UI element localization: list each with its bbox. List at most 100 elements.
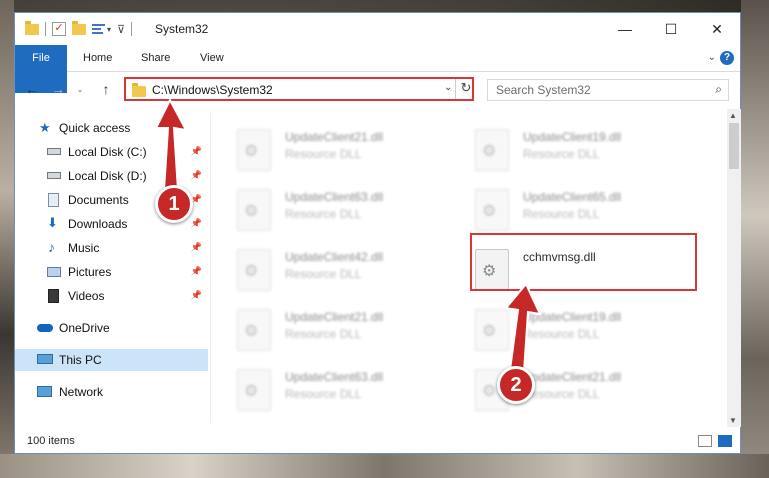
sidebar-item-music[interactable]: ♪ Music 📌 <box>15 237 208 259</box>
up-button[interactable]: ↑ <box>97 79 115 99</box>
tab-share[interactable]: Share <box>131 45 180 71</box>
pin-icon[interactable]: 📌 <box>191 218 202 229</box>
list-item[interactable]: UpdateClient21.dll Resource DLL <box>237 309 467 357</box>
sidebar-item-pictures[interactable]: Pictures 📌 <box>15 261 208 283</box>
vertical-scrollbar[interactable]: ▲ ▼ <box>727 109 741 427</box>
scroll-up-icon[interactable]: ▲ <box>729 111 737 120</box>
toolbar-separator <box>45 22 46 36</box>
qat-dropdown-icon[interactable]: ⊽ <box>117 23 125 36</box>
forward-button[interactable]: → <box>49 79 67 99</box>
pin-icon[interactable]: 📌 <box>191 146 202 157</box>
download-icon: ⬇ <box>47 215 58 230</box>
dll-file-icon <box>475 129 509 171</box>
sidebar-item-label: Documents <box>68 193 129 207</box>
dll-file-icon <box>475 309 509 351</box>
back-button[interactable]: ← <box>23 79 41 99</box>
address-path[interactable]: C:\Windows\System32 <box>152 83 273 97</box>
properties-check-icon[interactable]: ✓ <box>52 22 66 36</box>
videos-icon <box>48 289 59 303</box>
file-type: Resource DLL <box>523 147 600 161</box>
list-item[interactable]: UpdateClient19.dll Resource DLL <box>475 129 705 177</box>
tiles-view-icon[interactable] <box>718 435 732 447</box>
file-name: UpdateClient21.dll <box>285 310 384 324</box>
status-bar: 100 items <box>15 431 740 453</box>
dll-file-icon <box>237 249 271 291</box>
file-name: UpdateClient19.dll <box>523 310 622 324</box>
list-item[interactable]: UpdateClient65.dll Resource DLL <box>475 189 705 237</box>
folder-icon[interactable] <box>25 20 39 35</box>
list-item[interactable]: UpdateClient63.dll Resource DLL <box>237 369 467 417</box>
minimize-button[interactable]: — <box>602 13 648 45</box>
file-name: UpdateClient63.dll <box>285 370 384 384</box>
desktop-background-bottom <box>0 454 769 478</box>
close-button[interactable]: ✕ <box>694 13 740 45</box>
file-type: Resource DLL <box>285 387 362 401</box>
dll-file-icon <box>475 189 509 231</box>
pin-icon[interactable]: 📌 <box>191 290 202 301</box>
sidebar-item-quick-access[interactable]: ★ Quick access <box>15 117 208 139</box>
sidebar-item-this-pc[interactable]: This PC <box>15 349 208 371</box>
dll-file-icon <box>237 129 271 171</box>
tab-view[interactable]: View <box>190 45 234 71</box>
drive-icon <box>47 172 61 179</box>
sidebar-item-label: Network <box>59 385 104 399</box>
help-icon[interactable]: ? <box>720 51 734 65</box>
file-name: UpdateClient63.dll <box>285 190 384 204</box>
dll-file-icon <box>237 189 271 231</box>
pin-icon[interactable]: 📌 <box>191 242 202 253</box>
dll-file-icon <box>237 369 271 411</box>
rename-icon[interactable] <box>92 23 105 35</box>
search-box[interactable]: Search System32 ⌕ <box>487 79 729 101</box>
list-item[interactable]: UpdateClient21.dll Resource DLL <box>237 129 467 177</box>
sidebar-item-label: Videos <box>68 289 105 303</box>
item-count: 100 items <box>27 435 75 447</box>
sidebar-item-network[interactable]: Network <box>15 381 208 403</box>
pin-icon[interactable]: 📌 <box>191 170 202 181</box>
file-name: UpdateClient21.dll <box>523 370 622 384</box>
recent-locations-button[interactable]: ⌄ <box>71 79 89 99</box>
file-name: UpdateClient42.dll <box>285 250 384 264</box>
toolbar-separator <box>131 22 133 36</box>
new-folder-icon[interactable] <box>72 20 86 35</box>
computer-icon <box>37 354 53 364</box>
expand-ribbon-icon[interactable]: ⌄ <box>708 52 716 63</box>
customize-toolbar-chevron-icon[interactable]: ▾ <box>107 25 111 34</box>
address-dropdown-icon[interactable]: ⌄ <box>444 82 452 93</box>
cloud-icon <box>37 324 53 332</box>
music-icon: ♪ <box>48 239 55 255</box>
file-type: Resource DLL <box>523 327 600 341</box>
sidebar-item-onedrive[interactable]: OneDrive <box>15 317 208 339</box>
quick-access-toolbar: ✓ ▾ ⊽ <box>25 20 138 36</box>
navigation-bar: ← → ⌄ ↑ C:\Windows\System32 ⌄ ↻ Search S… <box>15 72 740 108</box>
dll-file-icon <box>237 309 271 351</box>
search-input[interactable]: Search System32 <box>496 83 591 97</box>
sidebar-item-videos[interactable]: Videos 📌 <box>15 285 208 307</box>
scroll-thumb[interactable] <box>729 123 739 169</box>
tab-home[interactable]: Home <box>73 45 122 71</box>
list-item[interactable]: UpdateClient63.dll Resource DLL <box>237 189 467 237</box>
file-name: UpdateClient21.dll <box>285 130 384 144</box>
sidebar-item-label: Quick access <box>59 121 131 135</box>
address-bar[interactable]: C:\Windows\System32 ⌄ <box>124 77 474 101</box>
list-item[interactable]: UpdateClient19.dll Resource DLL <box>475 309 705 357</box>
sidebar-item-local-disk-c[interactable]: Local Disk (C:) 📌 <box>15 141 208 163</box>
sidebar-item-label: Music <box>68 241 100 255</box>
folder-icon <box>132 83 146 97</box>
file-type: Resource DLL <box>523 207 600 221</box>
pin-icon[interactable]: 📌 <box>191 266 202 277</box>
documents-icon <box>48 193 59 207</box>
search-icon[interactable]: ⌕ <box>715 82 722 97</box>
scroll-down-icon[interactable]: ▼ <box>729 416 737 425</box>
sidebar-item-label: Downloads <box>68 217 128 231</box>
refresh-button[interactable]: ↻ <box>455 79 476 99</box>
maximize-button[interactable]: ☐ <box>648 13 694 45</box>
sidebar-item-label: Pictures <box>68 265 112 279</box>
file-highlight-box <box>470 233 697 291</box>
details-view-icon[interactable] <box>698 435 712 447</box>
sidebar-item-local-disk-d[interactable]: Local Disk (D:) 📌 <box>15 165 208 187</box>
file-type: Resource DLL <box>285 207 362 221</box>
list-item[interactable]: UpdateClient42.dll Resource DLL <box>237 249 467 297</box>
file-type: Resource DLL <box>285 327 362 341</box>
desktop-background-right <box>741 0 769 478</box>
drive-icon <box>47 148 61 155</box>
